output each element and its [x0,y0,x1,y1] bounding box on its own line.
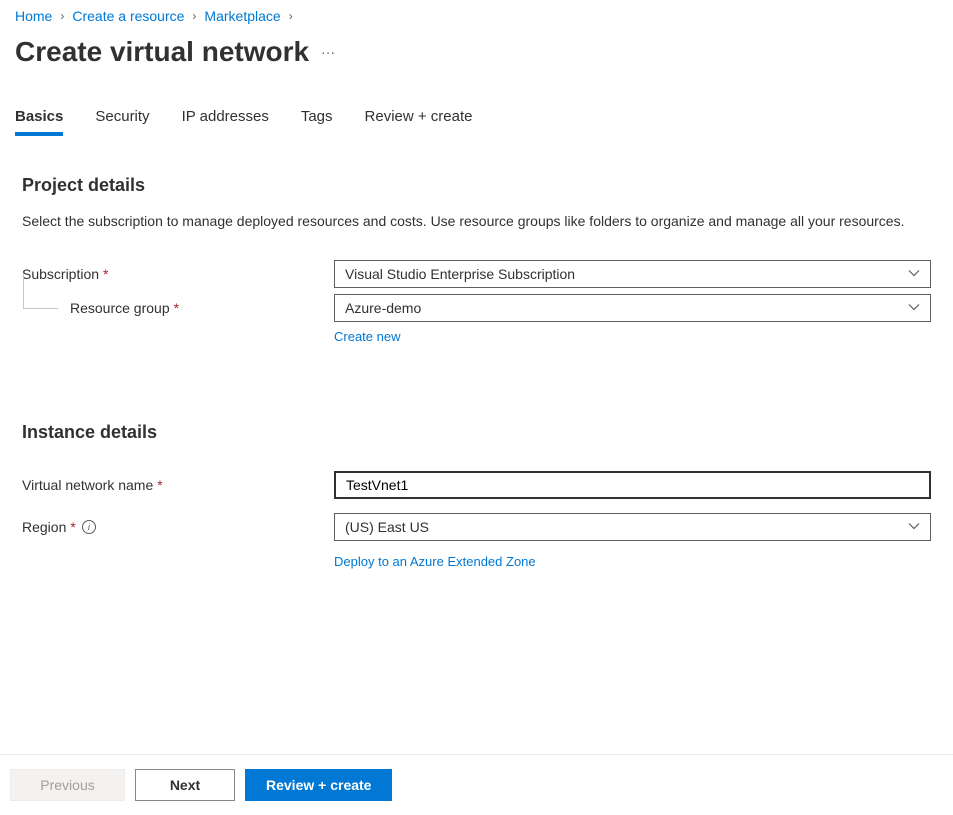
project-details-section: Project details Select the subscription … [22,175,931,344]
chevron-right-icon: › [289,9,293,23]
vnet-name-label: Virtual network name* [22,477,334,493]
resource-group-select[interactable]: Azure-demo [334,294,931,322]
project-details-description: Select the subscription to manage deploy… [22,212,931,232]
tab-ip-addresses[interactable]: IP addresses [182,108,269,135]
chevron-down-icon [908,519,920,535]
deploy-extended-zone-link[interactable]: Deploy to an Azure Extended Zone [334,554,536,569]
breadcrumb-home[interactable]: Home [15,8,52,24]
breadcrumb-create-resource[interactable]: Create a resource [72,8,184,24]
footer: Previous Next Review + create [0,754,953,815]
tab-tags[interactable]: Tags [301,108,333,135]
resource-group-label: Resource group* [22,300,179,316]
create-new-link[interactable]: Create new [334,329,400,344]
subscription-select[interactable]: Visual Studio Enterprise Subscription [334,260,931,288]
breadcrumb: Home › Create a resource › Marketplace › [0,0,953,24]
project-details-title: Project details [22,175,931,196]
tab-review-create[interactable]: Review + create [365,108,473,135]
chevron-right-icon: › [192,9,196,23]
chevron-right-icon: › [60,9,64,23]
chevron-down-icon [908,266,920,282]
breadcrumb-marketplace[interactable]: Marketplace [204,8,280,24]
next-button[interactable]: Next [135,769,235,801]
region-select[interactable]: (US) East US [334,513,931,541]
page-title: Create virtual network [15,36,309,68]
info-icon[interactable]: i [82,520,96,534]
page-header: Create virtual network ··· [0,24,953,88]
review-create-button[interactable]: Review + create [245,769,392,801]
region-label: Region* i [22,519,334,535]
chevron-down-icon [908,300,920,316]
previous-button: Previous [10,769,125,801]
subscription-label: Subscription* [22,266,334,282]
tab-security[interactable]: Security [95,108,149,135]
instance-details-title: Instance details [22,422,931,443]
more-icon[interactable]: ··· [321,44,335,60]
instance-details-section: Instance details Virtual network name* R… [22,422,931,569]
tabs: Basics Security IP addresses Tags Review… [0,88,953,135]
vnet-name-input[interactable] [334,471,931,499]
tab-basics[interactable]: Basics [15,108,63,135]
